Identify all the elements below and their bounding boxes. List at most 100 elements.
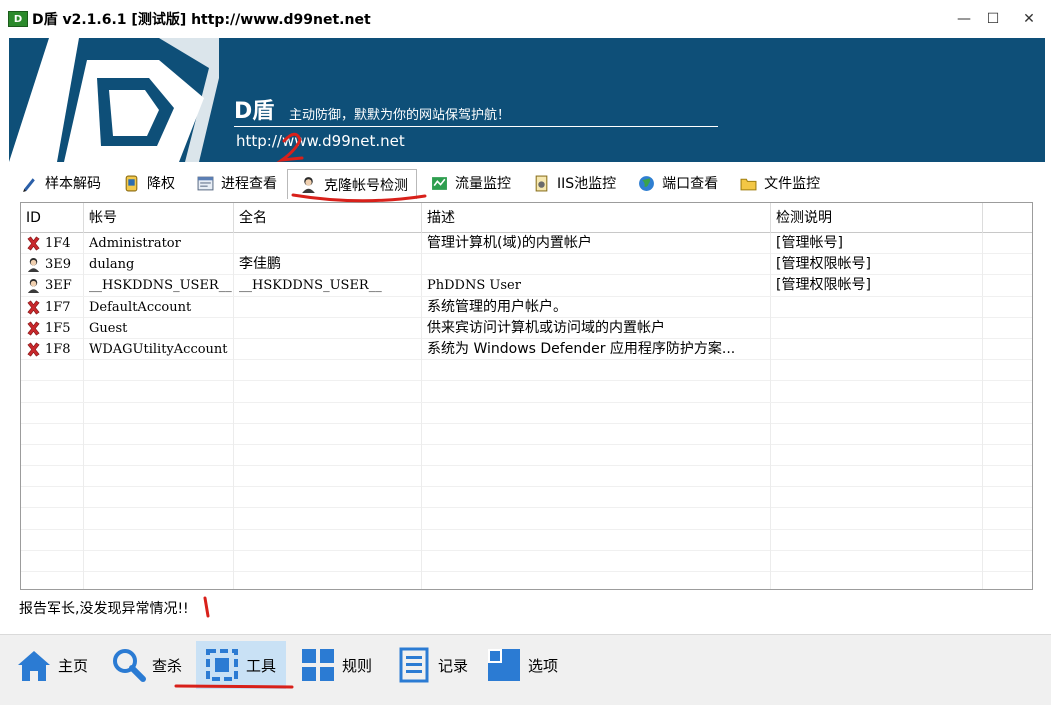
d-shield-logo-icon [9, 38, 219, 162]
cell-id [21, 572, 84, 589]
banner-brand: D盾 [234, 99, 275, 124]
cell-description: 系统管理的用户帐户。 [422, 296, 771, 318]
nav-label: 记录 [438, 656, 469, 675]
cell-spacer [983, 551, 1032, 572]
nav-rules[interactable]: 规则 [286, 641, 382, 689]
nav-home[interactable]: 主页 [2, 641, 98, 689]
search-icon [113, 649, 146, 682]
nav-logs[interactable]: 记录 [382, 641, 478, 689]
cell-detection-note: [管理权限帐号] [771, 254, 983, 276]
cell-id: 1F7 [21, 296, 84, 318]
cell-account [84, 550, 234, 572]
tab-label: 样本解码 [45, 176, 101, 192]
globe-icon [639, 175, 655, 191]
column-header-spacer [983, 203, 1032, 233]
cell-fullname: 李佳鹏 [234, 254, 422, 276]
traffic-icon [432, 176, 447, 190]
table-row[interactable]: 3EF __HSKDDNS_USER__ __HSKDDNS_USER__ PhDDN… [21, 275, 1032, 297]
cell-description [422, 402, 771, 424]
tab-clone-account-check[interactable]: 克隆帐号检测 [287, 169, 417, 199]
cell-description: 系统为 Windows Defender 应用程序防护方案... [422, 338, 771, 360]
column-header-description[interactable]: 描述 [422, 203, 771, 233]
title-bar: D D盾 v2.1.6.1 [测试版] http://www.d99net.ne… [0, 0, 1051, 38]
app-logo-icon: D [8, 11, 28, 27]
cell-spacer [983, 403, 1032, 424]
tool-tabs: 样本解码 降权 进程查看 克隆帐号检测 流量监控 IIS池监控 端口查看 文件监… [9, 166, 830, 200]
tab-process-view[interactable]: 进程查看 [185, 169, 285, 197]
tab-label: IIS池监控 [557, 176, 617, 192]
tab-iis-pool-monitor[interactable]: IIS池监控 [521, 169, 624, 197]
tab-downgrade[interactable]: 降权 [111, 169, 183, 197]
window-list-icon [197, 176, 214, 190]
cell-account [84, 508, 234, 530]
tab-traffic-monitor[interactable]: 流量监控 [419, 169, 519, 197]
banner-slogan: 主动防御，默默为你的网站保驾护航！ [289, 108, 511, 123]
grid-icon [302, 649, 334, 681]
tab-label: 降权 [147, 176, 175, 192]
cell-detection-note [771, 487, 983, 509]
column-header-id[interactable]: ID [21, 203, 84, 233]
table-body: 1F4 Administrator 管理计算机(域)的内置帐户 [管理帐号] 3E9 du… [21, 233, 1032, 589]
cell-id: 1F5 [21, 317, 84, 339]
cell-detection-note: [管理帐号] [771, 233, 983, 254]
table-row-empty [21, 487, 1032, 509]
column-header-account[interactable]: 帐号 [84, 203, 234, 233]
tab-file-monitor[interactable]: 文件监控 [728, 169, 828, 197]
cell-detection-note [771, 317, 983, 339]
options-icon [488, 649, 520, 681]
column-header-fullname[interactable]: 全名 [234, 203, 422, 233]
nav-tools[interactable]: 工具 [196, 641, 287, 689]
cell-id [21, 423, 84, 445]
cell-fullname [234, 508, 422, 530]
cell-fullname [234, 550, 422, 572]
cell-spacer [983, 297, 1032, 318]
cell-id: 3E9 [21, 254, 84, 276]
cell-spacer [983, 424, 1032, 445]
nav-options[interactable]: 选项 [472, 641, 568, 689]
home-icon [18, 651, 50, 681]
table-row-empty [21, 381, 1032, 403]
tab-label: 流量监控 [455, 176, 511, 192]
cell-fullname [234, 317, 422, 339]
document-gear-icon [535, 175, 548, 191]
cell-spacer [983, 233, 1032, 254]
cell-account [84, 444, 234, 466]
cell-detection-note [771, 338, 983, 360]
cell-fullname: __HSKDDNS_USER__ [234, 275, 422, 297]
cell-account [84, 381, 234, 403]
pen-icon [23, 177, 35, 192]
tab-sample-decode[interactable]: 样本解码 [9, 169, 109, 197]
maximize-button[interactable]: ☐ [975, 0, 1011, 38]
cell-account [84, 529, 234, 551]
cell-id [21, 508, 84, 530]
table-row[interactable]: 1F4 Administrator 管理计算机(域)的内置帐户 [管理帐号] [21, 233, 1032, 255]
cell-spacer [983, 445, 1032, 466]
cell-detection-note [771, 423, 983, 445]
cell-account: WDAGUtilityAccount [84, 338, 234, 360]
nav-scan[interactable]: 查杀 [96, 641, 192, 689]
close-button[interactable]: ✕ [1011, 0, 1047, 38]
red-x-icon [26, 342, 41, 357]
shield-badge-icon [125, 175, 138, 191]
table-row-empty [21, 529, 1032, 551]
cell-id-text: 1F4 [45, 236, 71, 251]
table-row[interactable]: 1F5 Guest 供来宾访问计算机或访问域的内置帐户 [21, 317, 1032, 339]
cell-id [21, 487, 84, 509]
cell-description [422, 423, 771, 445]
column-header-detection-note[interactable]: 检测说明 [771, 203, 983, 233]
tab-port-view[interactable]: 端口查看 [626, 169, 726, 197]
nav-label: 工具 [246, 656, 277, 675]
account-table[interactable]: ID 帐号 全名 描述 检测说明 1F4 Administrator 管理计算机(域… [20, 202, 1033, 590]
cell-detection-note [771, 466, 983, 488]
nav-label: 规则 [342, 656, 373, 675]
table-row-empty [21, 508, 1032, 530]
table-row[interactable]: 1F7 DefaultAccount 系统管理的用户帐户。 [21, 296, 1032, 318]
cell-description [422, 487, 771, 509]
table-row[interactable]: 3E9 dulang 李佳鹏 [管理权限帐号] [21, 254, 1032, 276]
cell-id-text: 1F5 [45, 320, 71, 336]
table-row[interactable]: 1F8 WDAGUtilityAccount 系统为 Windows Defende… [21, 338, 1032, 361]
red-x-icon [26, 321, 41, 336]
cell-spacer [983, 487, 1032, 508]
cell-description: 供来宾访问计算机或访问域的内置帐户 [422, 317, 771, 339]
cell-description [422, 550, 771, 572]
